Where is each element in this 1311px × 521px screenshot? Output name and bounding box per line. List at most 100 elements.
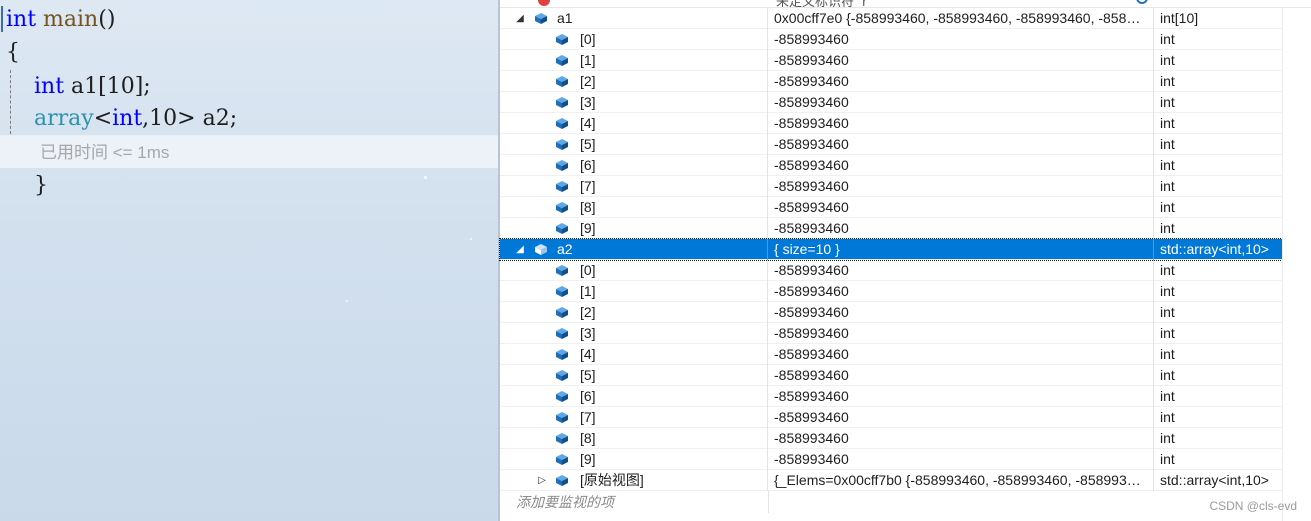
code-token: int [6, 7, 37, 32]
variable-cube-icon [556, 328, 568, 339]
watch-name-cell[interactable]: [9] [500, 218, 768, 239]
variable-cube-icon [556, 454, 568, 465]
watch-row[interactable]: [9] -858993460 int [500, 218, 1282, 239]
watch-name-cell[interactable]: ◢ a2 [500, 239, 768, 260]
watch-name-cell[interactable]: [3] [500, 323, 768, 344]
watch-row[interactable]: [3] -858993460 int [500, 92, 1282, 113]
watch-row[interactable]: [4] -858993460 int [500, 344, 1282, 365]
expand-arrow-icon[interactable]: ▷ [536, 470, 548, 491]
watch-value-cell[interactable]: -858993460 [774, 449, 1154, 470]
code-line-1[interactable]: int main() [6, 3, 498, 36]
watch-row[interactable]: [9] -858993460 int [500, 449, 1282, 470]
watch-row[interactable]: [0] -858993460 int [500, 260, 1282, 281]
watch-value-cell[interactable]: -858993460 [774, 134, 1154, 155]
add-watch-input[interactable]: 添加要监视的项 [500, 491, 1282, 513]
watch-name-cell[interactable]: [2] [500, 71, 768, 92]
watch-row[interactable]: [7] -858993460 int [500, 176, 1282, 197]
watch-row[interactable]: [7] -858993460 int [500, 407, 1282, 428]
watch-name-cell[interactable]: [2] [500, 302, 768, 323]
watch-name-cell[interactable]: [6] [500, 386, 768, 407]
watch-type-cell: int [1160, 283, 1175, 299]
watch-name-cell[interactable]: [4] [500, 344, 768, 365]
code-line-2[interactable]: { [6, 36, 498, 69]
code-line-5-current[interactable]: } 已用时间 <= 1ms [0, 135, 498, 198]
watch-name: a1 [557, 10, 573, 26]
watch-row[interactable]: [4] -858993460 int [500, 113, 1282, 134]
watch-value-cell[interactable]: 0x00cff7e0 {-858993460, -858993460, -858… [774, 8, 1154, 29]
collapse-arrow-icon[interactable]: ◢ [514, 8, 526, 29]
watch-value-cell[interactable]: -858993460 [774, 50, 1154, 71]
code-token: () [98, 7, 116, 32]
watch-name-cell[interactable]: ▷ [原始视图] [500, 470, 768, 491]
code-line-3[interactable]: int a1[10]; [6, 70, 498, 103]
watch-value-cell[interactable]: { size=10 } [774, 239, 1154, 260]
watch-value-cell[interactable]: -858993460 [774, 365, 1154, 386]
code-editor-pane[interactable]: int main() { int a1[10]; array<int,10> a… [0, 0, 498, 521]
variable-cube-icon [556, 160, 568, 171]
watch-name-cell[interactable]: [9] [500, 449, 768, 470]
variable-cube-icon [556, 286, 568, 297]
watch-name-cell[interactable]: [8] [500, 197, 768, 218]
watch-name-cell[interactable]: [4] [500, 113, 768, 134]
watch-name-cell[interactable]: [6] [500, 155, 768, 176]
watch-value-cell[interactable]: -858993460 [774, 302, 1154, 323]
error-icon [538, 0, 550, 6]
code-token: main [43, 7, 99, 32]
watch-value-cell[interactable]: {_Elems=0x00cff7b0 {-858993460, -8589934… [774, 470, 1154, 491]
watch-row[interactable]: [0] -858993460 int [500, 29, 1282, 50]
watch-name-cell[interactable]: [7] [500, 407, 768, 428]
watch-window[interactable]: 未定义标识符 "r" ◢ a1 0x00cff7e0 {-858993460, -8… [498, 0, 1311, 521]
watch-name: [6] [580, 157, 596, 173]
watch-row[interactable]: [5] -858993460 int [500, 134, 1282, 155]
watch-name-cell[interactable]: [0] [500, 29, 768, 50]
code-line-4[interactable]: array<int,10> a2; [6, 102, 498, 135]
watch-value-cell[interactable]: -858993460 [774, 386, 1154, 407]
watch-value-cell[interactable]: -858993460 [774, 344, 1154, 365]
watch-name-cell[interactable]: [1] [500, 50, 768, 71]
collapse-arrow-icon[interactable]: ◢ [514, 239, 526, 260]
watch-value-cell[interactable]: -858993460 [774, 428, 1154, 449]
watch-name-cell[interactable]: [5] [500, 365, 768, 386]
watch-row[interactable]: [8] -858993460 int [500, 197, 1282, 218]
watch-value-cell[interactable]: -858993460 [774, 155, 1154, 176]
watch-row[interactable]: [6] -858993460 int [500, 386, 1282, 407]
watch-name-cell[interactable]: [3] [500, 92, 768, 113]
watch-name: [1] [580, 52, 596, 68]
watch-value-cell[interactable]: -858993460 [774, 113, 1154, 134]
watch-name-cell[interactable]: [0] [500, 260, 768, 281]
watch-value-cell[interactable]: -858993460 [774, 197, 1154, 218]
watch-name-cell[interactable]: ◢ a1 [500, 8, 768, 29]
watch-row[interactable]: [6] -858993460 int [500, 155, 1282, 176]
watch-row[interactable]: [2] -858993460 int [500, 71, 1282, 92]
watch-type-cell: int [1160, 136, 1175, 152]
vertical-scrollbar[interactable] [1282, 8, 1311, 521]
variable-cube-icon [556, 349, 568, 360]
watch-row[interactable]: [2] -858993460 int [500, 302, 1282, 323]
watch-row[interactable]: [3] -858993460 int [500, 323, 1282, 344]
watch-value-cell[interactable]: -858993460 [774, 323, 1154, 344]
watch-value-cell[interactable]: -858993460 [774, 260, 1154, 281]
watch-value-cell[interactable]: -858993460 [774, 29, 1154, 50]
watch-name-cell[interactable]: [8] [500, 428, 768, 449]
perf-tip[interactable]: 已用时间 <= 1ms [40, 136, 169, 169]
watch-value-cell[interactable]: -858993460 [774, 407, 1154, 428]
watch-value-cell[interactable]: -858993460 [774, 176, 1154, 197]
watch-row[interactable]: ◢ a1 0x00cff7e0 {-858993460, -858993460, -… [500, 8, 1282, 29]
watch-name-cell[interactable]: [5] [500, 134, 768, 155]
refresh-icon[interactable] [1136, 0, 1148, 4]
watch-row[interactable]: [1] -858993460 int [500, 281, 1282, 302]
watch-row[interactable]: ▷ [原始视图] {_Elems=0x00cff7b0 {-858993460, -… [500, 470, 1282, 491]
watch-value-cell[interactable]: -858993460 [774, 71, 1154, 92]
watch-type-cell: int [1160, 157, 1175, 173]
watch-row[interactable]: [1] -858993460 int [500, 50, 1282, 71]
variable-cube-icon [556, 76, 568, 87]
watch-value-cell[interactable]: -858993460 [774, 218, 1154, 239]
watch-row[interactable]: [8] -858993460 int [500, 428, 1282, 449]
watch-row[interactable]: [5] -858993460 int [500, 365, 1282, 386]
watch-value-cell[interactable]: -858993460 [774, 281, 1154, 302]
watch-value-cell[interactable]: -858993460 [774, 92, 1154, 113]
watch-name-cell[interactable]: [1] [500, 281, 768, 302]
watch-row[interactable]: ◢ a2 { size=10 } std::array<int,10> [499, 238, 1283, 261]
watch-name-cell[interactable]: [7] [500, 176, 768, 197]
